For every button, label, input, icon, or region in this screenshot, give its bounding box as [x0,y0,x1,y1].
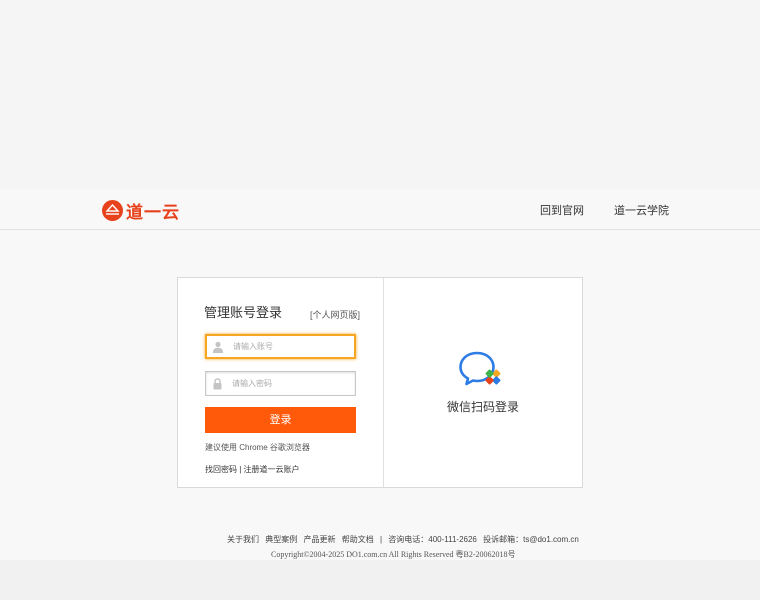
footer-link-updates[interactable]: 产品更新 [303,535,335,544]
footer-copyright: Copyright©2004-2025 DO1.com.cn All Right… [271,550,516,559]
forgot-password-link[interactable]: 找回密码 [205,465,237,474]
login-title: 管理账号登录 [204,305,283,320]
nav-home-link[interactable]: 回到官网 [540,202,584,218]
footer-link-cases[interactable]: 典型案例 [265,535,297,544]
bottom-blank-area [0,560,760,600]
footer-link-about[interactable]: 关于我们 [227,535,259,544]
footer-links: 关于我们 典型案例 产品更新 帮助文档 | 咨询电话：400-111-2626 … [227,534,583,545]
top-header: 道一云 回到官网 道一云学院 [0,190,760,230]
brand-logo[interactable]: 道一云 [102,199,180,223]
card-divider [383,278,384,487]
top-blank-area [0,0,760,190]
footer-separator: | [379,535,383,544]
password-field[interactable] [205,371,356,396]
account-field[interactable] [205,334,356,359]
footer-phone: 咨询电话：400-111-2626 [388,535,477,544]
account-links: 找回密码 | 注册道一云账户 [205,464,300,475]
register-link[interactable]: 注册道一云账户 [244,465,300,474]
footer-link-help[interactable]: 帮助文档 [342,535,374,544]
lock-icon [206,372,228,395]
logo-mark-icon [102,199,123,221]
wechat-login-label[interactable]: 微信扫码登录 [447,398,519,415]
personal-version-link[interactable]: [个人网页版] [310,308,360,321]
user-icon [207,336,229,357]
login-button[interactable]: 登录 [205,407,356,433]
password-input[interactable] [228,372,348,395]
wechat-chat-icon[interactable] [459,351,505,389]
browser-tip: 建议使用 Chrome 谷歌浏览器 [205,443,310,452]
account-input[interactable] [229,336,349,357]
footer-email[interactable]: 投诉邮箱：ts@do1.com.cn [483,535,579,544]
nav-academy-link[interactable]: 道一云学院 [614,202,669,218]
logo-text: 道一云 [126,202,180,223]
